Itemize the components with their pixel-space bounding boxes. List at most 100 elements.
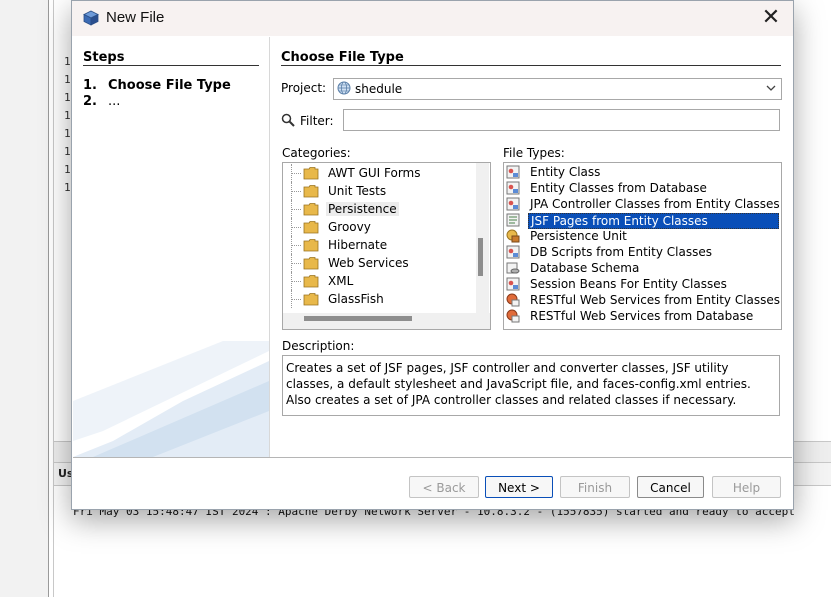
category-item[interactable]: Hibernate [283, 236, 476, 254]
folder-icon [303, 203, 319, 216]
folder-icon [303, 275, 319, 288]
ide-line-number: 1 [64, 91, 71, 104]
cancel-button[interactable]: Cancel [637, 476, 704, 498]
folder-icon [303, 293, 319, 306]
step-number: 1. [83, 78, 97, 93]
jsf-pages-icon [506, 213, 520, 227]
file-type-item[interactable]: Database Schema [504, 260, 781, 276]
category-label: AWT GUI Forms [328, 166, 421, 180]
new-file-dialog: New File ✕ Steps 1. Choose File Type 2...… [71, 0, 794, 510]
categories-tree[interactable]: AWT GUI Forms Unit Tests Persistence Gro… [282, 162, 491, 330]
page-title-divider [281, 65, 781, 66]
category-item[interactable]: GlassFish [283, 290, 476, 308]
step-item: 2.... [83, 94, 120, 109]
project-value: shedule [355, 82, 403, 96]
close-button[interactable]: ✕ [756, 6, 786, 30]
folder-icon [303, 221, 319, 234]
category-label: Web Services [328, 256, 409, 270]
step-label: ... [108, 94, 121, 109]
tree-line [291, 281, 301, 282]
help-button[interactable]: Help [712, 476, 781, 498]
web-project-globe-icon [337, 81, 351, 95]
file-type-label: DB Scripts from Entity Classes [530, 245, 712, 259]
finish-button[interactable]: Finish [560, 476, 630, 498]
ide-line-number: 1 [64, 127, 71, 140]
project-combobox[interactable]: shedule [333, 78, 782, 100]
description-label: Description: [282, 339, 355, 353]
file-type-item[interactable]: DB Scripts from Entity Classes [504, 244, 781, 260]
filter-input[interactable] [343, 109, 780, 131]
category-label: Unit Tests [328, 184, 387, 198]
tree-line [291, 227, 301, 228]
step-item-current: 1. Choose File Type [83, 78, 231, 93]
tree-line [291, 209, 301, 210]
restful-entity-icon [506, 293, 520, 307]
file-type-item[interactable]: Persistence Unit [504, 228, 781, 244]
file-type-item[interactable]: Entity Class [504, 164, 781, 180]
ide-divider [48, 0, 49, 597]
ide-line-number: 1 [64, 55, 71, 68]
ide-line-number: 1 [64, 109, 71, 122]
ide-line-number: 1 [64, 181, 71, 194]
database-schema-icon [506, 262, 520, 274]
file-type-item[interactable]: RESTful Web Services from Database [504, 308, 781, 324]
back-button[interactable]: < Back [409, 476, 479, 498]
file-type-label: JPA Controller Classes from Entity Class… [530, 197, 780, 211]
categories-horizontal-scroll-thumb[interactable] [304, 316, 412, 321]
ide-line-number: 1 [64, 145, 71, 158]
description-text: Creates a set of JSF pages, JSF controll… [282, 355, 780, 416]
pane-separator [269, 37, 270, 457]
category-item[interactable]: XML [283, 272, 476, 290]
dialog-title: New File [106, 9, 165, 26]
file-type-item-selected[interactable]: JSF Pages from Entity Classes [504, 212, 781, 229]
file-types-list[interactable]: Entity Class Entity Classes from Databas… [503, 162, 782, 330]
netbeans-cube-icon [83, 10, 99, 26]
file-type-item[interactable]: JPA Controller Classes from Entity Class… [504, 196, 781, 212]
file-type-label: RESTful Web Services from Entity Classes [530, 293, 781, 307]
category-item-selected[interactable]: Persistence [283, 200, 476, 218]
folder-icon [303, 257, 319, 270]
category-item[interactable]: Unit Tests [283, 182, 476, 200]
step-number: 2. [83, 94, 97, 109]
category-item[interactable]: Groovy [283, 218, 476, 236]
file-type-label: Persistence Unit [530, 229, 627, 243]
title-bar[interactable]: New File ✕ [72, 1, 793, 36]
categories-vertical-scroll-thumb[interactable] [478, 238, 483, 276]
category-label: Persistence [326, 202, 399, 216]
db-scripts-icon [506, 245, 520, 259]
steps-divider [83, 65, 259, 66]
steps-pane: Steps 1. Choose File Type 2.... [73, 37, 269, 457]
file-type-label: Entity Classes from Database [530, 181, 707, 195]
tree-line [291, 173, 301, 174]
category-item[interactable]: AWT GUI Forms [283, 164, 476, 182]
chevron-down-icon [766, 85, 776, 91]
restful-db-icon [506, 309, 520, 323]
persistence-unit-icon [506, 229, 520, 243]
tree-line [291, 191, 301, 192]
file-type-item[interactable]: Entity Classes from Database [504, 180, 781, 196]
category-label: Groovy [328, 220, 371, 234]
file-type-label: Session Beans For Entity Classes [530, 277, 727, 291]
folder-icon [303, 185, 319, 198]
tree-line [291, 245, 301, 246]
decorative-graphic [73, 341, 269, 457]
category-label: XML [328, 274, 354, 288]
ide-gutter [0, 0, 48, 597]
next-button[interactable]: Next > [485, 476, 553, 498]
session-beans-icon [506, 277, 520, 291]
file-type-label: RESTful Web Services from Database [530, 309, 754, 323]
file-type-item[interactable]: Session Beans For Entity Classes [504, 276, 781, 292]
file-type-item[interactable]: RESTful Web Services from Entity Classes [504, 292, 781, 308]
file-type-label: Entity Class [530, 165, 601, 179]
category-item[interactable]: Web Services [283, 254, 476, 272]
category-label: GlassFish [328, 292, 384, 306]
file-types-label: File Types: [503, 146, 565, 160]
tree-line [291, 263, 301, 264]
ide-divider-inner [53, 0, 54, 597]
steps-heading: Steps [83, 50, 125, 65]
filter-label: Filter: [300, 114, 334, 128]
step-label: Choose File Type [108, 78, 231, 93]
jpa-controller-icon [506, 197, 520, 211]
tree-line [291, 299, 301, 300]
category-label: Hibernate [328, 238, 388, 252]
